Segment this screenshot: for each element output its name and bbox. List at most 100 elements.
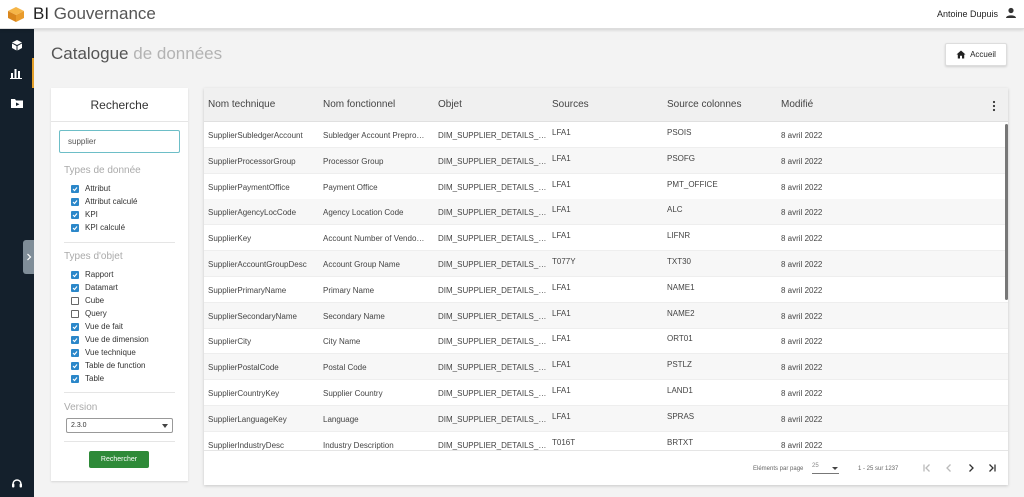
search-input[interactable]: supplier bbox=[59, 130, 180, 153]
cell-source-column: ALC bbox=[667, 205, 683, 215]
cell-technical-name: SupplierSecondaryName bbox=[208, 311, 297, 321]
divider bbox=[64, 242, 175, 243]
table-row[interactable]: SupplierAccountGroupDesc Account Group Na… bbox=[204, 251, 1008, 277]
checkbox-label: Table de function bbox=[85, 361, 146, 370]
cell-source-column: PSTLZ bbox=[667, 360, 692, 370]
cell-object: DIM_SUPPLIER_DETAILS_… bbox=[438, 311, 547, 321]
cell-functional-name: Payment Office bbox=[323, 182, 378, 192]
previous-page-button[interactable] bbox=[943, 462, 955, 474]
page-title-main: Catalogue bbox=[51, 44, 129, 63]
cell-modified: 8 avril 2022 bbox=[781, 182, 823, 192]
user-icon[interactable] bbox=[1005, 7, 1017, 19]
table-row[interactable]: SupplierIndustryDesc Industry Description… bbox=[204, 432, 1008, 450]
cell-modified: 8 avril 2022 bbox=[781, 285, 823, 295]
cell-source: LFA1 bbox=[552, 205, 571, 215]
user-name[interactable]: Antoine Dupuis bbox=[937, 9, 998, 19]
checkbox-attribut[interactable]: Attribut bbox=[71, 183, 110, 194]
table-row[interactable]: SupplierSecondaryName Secondary Name DIM_S… bbox=[204, 302, 1008, 329]
checkbox-unchecked-icon bbox=[71, 296, 79, 305]
caret-down-icon bbox=[832, 467, 838, 470]
page-title: Catalogue de données bbox=[51, 44, 222, 64]
table-row[interactable]: SupplierKey Account Number of Vendo… DIM_S… bbox=[204, 225, 1008, 252]
table-row[interactable]: SupplierAgencyLocCode Agency Location Cod… bbox=[204, 199, 1008, 226]
search-panel-title: Recherche bbox=[51, 88, 188, 122]
cell-technical-name: SupplierKey bbox=[208, 234, 252, 244]
table-paginator: Eléments par page 25 1 - 25 sur 1237 bbox=[204, 450, 1008, 485]
bar-chart-icon bbox=[10, 68, 22, 79]
table-scrollbar[interactable] bbox=[1005, 124, 1008, 300]
nav-item-support[interactable] bbox=[0, 473, 34, 493]
table-header: Nom technique Nom fonctionnel Objet Sour… bbox=[204, 88, 1008, 122]
checkbox-table[interactable]: Table bbox=[71, 373, 104, 384]
version-select[interactable]: 2.3.0 bbox=[66, 418, 173, 433]
search-button[interactable]: Rechercher bbox=[89, 451, 149, 468]
checkbox-checked-icon bbox=[71, 283, 79, 292]
checkbox-cube[interactable]: Cube bbox=[71, 295, 104, 306]
data-types-title: Types de donnée bbox=[64, 165, 141, 176]
table-row[interactable]: SupplierPrimaryName Primary Name DIM_SUPPL… bbox=[204, 277, 1008, 303]
cell-functional-name: Account Number of Vendo… bbox=[323, 234, 425, 244]
column-header-modified[interactable]: Modifié bbox=[781, 99, 813, 110]
checkbox-checked-icon bbox=[71, 184, 79, 193]
nav-item-reports[interactable] bbox=[0, 58, 34, 88]
column-header-technical-name[interactable]: Nom technique bbox=[208, 99, 275, 110]
object-types-title: Types d'objet bbox=[64, 251, 123, 262]
cell-object: DIM_SUPPLIER_DETAILS_… bbox=[438, 389, 547, 398]
cell-source: LFA1 bbox=[552, 308, 571, 318]
sidebar-expand-handle[interactable] bbox=[23, 240, 34, 274]
cell-functional-name: Language bbox=[323, 414, 359, 424]
checkbox-vue-de-dimension[interactable]: Vue de dimension bbox=[71, 334, 149, 345]
checkbox-label: KPI calculé bbox=[85, 223, 126, 232]
column-header-object[interactable]: Objet bbox=[438, 99, 462, 110]
table-row[interactable]: SupplierProcessorGroup Processor Group DIM… bbox=[204, 147, 1008, 174]
cell-technical-name: SupplierAgencyLocCode bbox=[208, 208, 297, 218]
checkbox-table-de-function[interactable]: Table de function bbox=[71, 360, 146, 371]
table-row[interactable]: SupplierLanguageKey Language DIM_SUPPLIER_… bbox=[204, 405, 1008, 432]
table-row[interactable]: SupplierSubledgerAccount Subledger Accoun… bbox=[204, 122, 1008, 148]
cell-technical-name: SupplierAccountGroupDesc bbox=[208, 260, 307, 269]
checkbox-label: Datamart bbox=[85, 283, 118, 292]
home-icon bbox=[956, 50, 966, 59]
cell-object: DIM_SUPPLIER_DETAILS_… bbox=[438, 131, 547, 140]
more-vert-icon[interactable] bbox=[992, 100, 996, 112]
cell-modified: 8 avril 2022 bbox=[781, 414, 823, 424]
home-button-label: Accueil bbox=[970, 50, 996, 59]
app-brand[interactable]: BI Gouvernance bbox=[33, 4, 156, 24]
page-size-select[interactable]: 25 bbox=[812, 463, 839, 474]
cell-source: LFA1 bbox=[552, 386, 571, 395]
cell-functional-name: Secondary Name bbox=[323, 311, 385, 321]
box-logo-icon bbox=[8, 7, 24, 22]
column-header-source-columns[interactable]: Source colonnes bbox=[667, 99, 742, 110]
checkbox-query[interactable]: Query bbox=[71, 308, 107, 319]
checkbox-label: Cube bbox=[85, 296, 105, 305]
table-row[interactable]: SupplierPostalCode Postal Code DIM_SUPPLIE… bbox=[204, 354, 1008, 381]
checkbox-datamart[interactable]: Datamart bbox=[71, 282, 118, 293]
table-row[interactable]: SupplierCountryKey Supplier Country DIM_SU… bbox=[204, 380, 1008, 406]
cell-functional-name: Postal Code bbox=[323, 363, 367, 373]
checkbox-kpi-calcul-[interactable]: KPI calculé bbox=[71, 222, 125, 233]
table-row[interactable]: SupplierPaymentOffice Payment Office DIM_S… bbox=[204, 174, 1008, 200]
cell-technical-name: SupplierCountryKey bbox=[208, 389, 280, 398]
column-header-sources[interactable]: Sources bbox=[552, 99, 589, 110]
checkbox-attribut-calcul-[interactable]: Attribut calculé bbox=[71, 196, 137, 207]
column-header-functional-name[interactable]: Nom fonctionnel bbox=[323, 99, 395, 110]
caret-down-icon bbox=[162, 424, 168, 428]
table-row[interactable]: SupplierCity City Name DIM_SUPPLIER_DETAIL… bbox=[204, 328, 1008, 355]
first-page-button[interactable] bbox=[921, 462, 933, 474]
cell-source-column: LAND1 bbox=[667, 386, 693, 395]
last-page-button[interactable] bbox=[986, 462, 998, 474]
nav-item-media[interactable] bbox=[0, 88, 34, 118]
next-page-button[interactable] bbox=[965, 462, 977, 474]
cell-technical-name: SupplierCity bbox=[208, 337, 252, 347]
cell-source: T077Y bbox=[552, 257, 576, 266]
box-icon bbox=[12, 40, 22, 51]
cell-source-column: NAME2 bbox=[667, 308, 695, 318]
checkbox-label: Vue de dimension bbox=[85, 335, 149, 344]
checkbox-vue-de-fait[interactable]: Vue de fait bbox=[71, 321, 123, 332]
checkbox-vue-technique[interactable]: Vue technique bbox=[71, 347, 136, 358]
checkbox-label: Rapport bbox=[85, 270, 114, 279]
nav-item-catalog[interactable] bbox=[0, 30, 34, 60]
checkbox-kpi[interactable]: KPI bbox=[71, 209, 98, 220]
home-button[interactable]: Accueil bbox=[945, 43, 1007, 66]
checkbox-rapport[interactable]: Rapport bbox=[71, 269, 113, 280]
